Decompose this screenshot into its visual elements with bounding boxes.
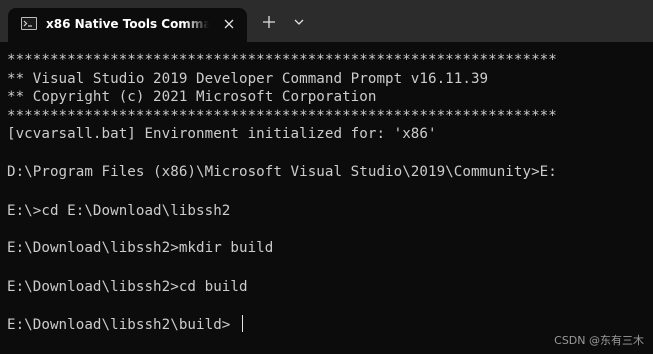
chevron-down-icon	[294, 19, 304, 25]
watermark: CSDN @东有三木	[554, 334, 644, 347]
terminal-line: E:\>cd E:\Download\libssh2	[7, 203, 231, 219]
terminal-line: E:\Download\libssh2>mkdir build	[7, 240, 274, 256]
tab-command-prompt[interactable]: x86 Native Tools Command Pr	[8, 8, 247, 42]
terminal-line: ****************************************…	[7, 108, 557, 124]
console-icon	[21, 17, 37, 30]
tab-dropdown-button[interactable]	[289, 12, 309, 32]
plus-icon	[263, 16, 275, 28]
new-tab-button[interactable]	[259, 12, 279, 32]
terminal-line: E:\Download\libssh2\build>	[7, 317, 231, 333]
terminal-line: ** Copyright (c) 2021 Microsoft Corporat…	[7, 89, 377, 105]
terminal-output[interactable]: ****************************************…	[0, 42, 653, 354]
terminal-line: D:\Program Files (x86)\Microsoft Visual …	[7, 164, 557, 180]
terminal-line: ****************************************…	[7, 52, 557, 68]
terminal-line: E:\Download\libssh2>cd build	[7, 279, 248, 295]
terminal-line: [vcvarsall.bat] Environment initialized …	[7, 126, 437, 142]
tab-title: x86 Native Tools Command Pr	[46, 17, 209, 31]
close-icon[interactable]	[221, 16, 237, 32]
title-bar: x86 Native Tools Command Pr	[0, 0, 653, 42]
terminal-line: ** Visual Studio 2019 Developer Command …	[7, 71, 489, 87]
text-cursor	[242, 315, 243, 332]
